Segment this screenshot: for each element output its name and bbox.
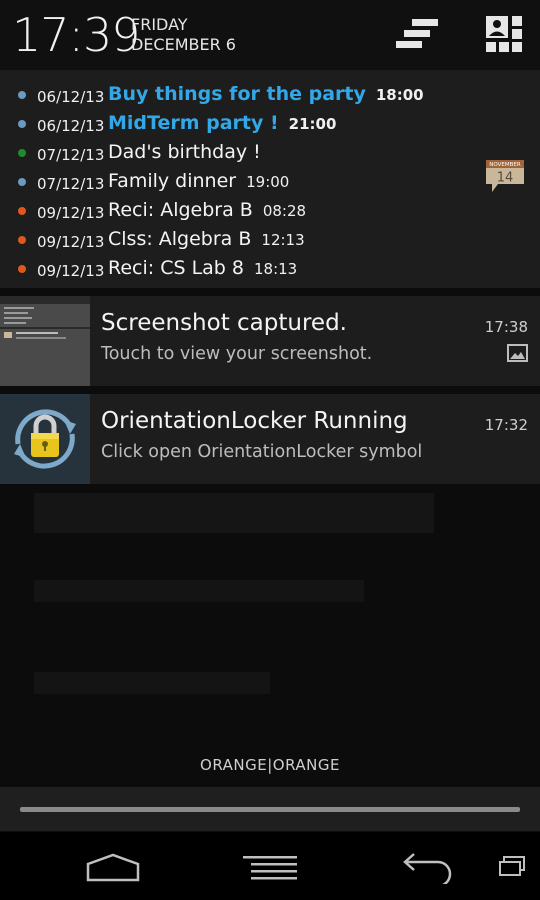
event-date: 06/12/13 — [37, 117, 105, 135]
event-dot — [18, 149, 26, 157]
menu-icon[interactable] — [243, 852, 297, 882]
event-time: 21:00 — [288, 115, 337, 133]
event-date: 09/12/13 — [37, 233, 105, 251]
clock: 17:39 — [12, 8, 141, 62]
event-date: 07/12/13 — [37, 175, 105, 193]
event-date: 07/12/13 — [37, 146, 105, 164]
event-row[interactable]: 07/12/13 Dad's birthday ! — [0, 138, 460, 167]
event-time: 18:13 — [254, 260, 298, 278]
notification-header: 17:39 FRIDAY DECEMBER 6 — [0, 0, 540, 72]
padlock-rotate-icon — [0, 394, 90, 484]
calendar-icon-day: 14 — [497, 171, 514, 186]
event-title: Buy things for the party 18:00 — [108, 83, 424, 105]
event-row[interactable]: 09/12/13 Clss: Algebra B 12:13 — [0, 225, 460, 254]
notification-title: Screenshot captured. — [101, 310, 347, 336]
notification-orientation-locker[interactable]: OrientationLocker Running Click open Ori… — [0, 394, 540, 484]
day-label: FRIDAY — [131, 15, 188, 34]
notification-title: OrientationLocker Running — [101, 408, 408, 434]
event-row[interactable]: 07/12/13 Family dinner 19:00 — [0, 167, 460, 196]
notification-screenshot[interactable]: Screenshot captured. Touch to view your … — [0, 296, 540, 386]
settings-sliders-icon[interactable] — [396, 16, 440, 50]
back-icon[interactable] — [402, 852, 454, 884]
event-title: MidTerm party ! 21:00 — [108, 112, 337, 134]
calendar-widget[interactable]: 06/12/13 Buy things for the party 18:00 0… — [0, 72, 540, 288]
date-label: DECEMBER 6 — [131, 35, 236, 54]
event-title: Clss: Algebra B 12:13 — [108, 228, 305, 250]
notification-text: Touch to view your screenshot. — [101, 344, 373, 364]
event-time: 12:13 — [261, 231, 305, 249]
event-time: 18:00 — [375, 86, 424, 104]
event-title: Family dinner 19:00 — [108, 170, 290, 192]
carrier-label: ORANGE|ORANGE — [200, 756, 340, 774]
calendar-app-icon[interactable]: NOVEMBER 14 — [484, 158, 526, 194]
notification-time: 17:32 — [484, 416, 528, 434]
event-row[interactable]: 06/12/13 Buy things for the party 18:00 — [0, 80, 460, 109]
event-time: 08:28 — [262, 202, 307, 220]
event-dot — [18, 178, 26, 186]
calendar-icon-month: NOVEMBER — [489, 162, 521, 168]
screenshot-thumbnail — [0, 296, 90, 386]
event-dot — [18, 265, 26, 273]
event-date: 09/12/13 — [37, 204, 105, 222]
event-date: 09/12/13 — [37, 262, 105, 280]
quick-settings-grid-icon[interactable] — [486, 16, 522, 52]
event-title: Reci: CS Lab 8 18:13 — [108, 257, 298, 279]
event-dot — [18, 207, 26, 215]
picture-icon — [507, 344, 528, 362]
event-row[interactable]: 09/12/13 Reci: Algebra B 08:28 — [0, 196, 460, 225]
notification-text: Click open OrientationLocker symbol — [101, 442, 423, 462]
event-date: 06/12/13 — [37, 88, 105, 106]
shade-handle-line — [20, 807, 520, 812]
event-dot — [18, 91, 26, 99]
recent-apps-icon[interactable] — [499, 856, 525, 876]
event-dot — [18, 120, 26, 128]
event-row[interactable]: 09/12/13 Reci: CS Lab 8 18:13 — [0, 254, 460, 283]
background-settings-text — [34, 493, 434, 533]
shade-handle[interactable] — [0, 787, 540, 831]
event-row[interactable]: 06/12/13 MidTerm party ! 21:00 — [0, 109, 460, 138]
event-time: 19:00 — [246, 173, 290, 191]
event-title: Dad's birthday ! — [108, 141, 261, 163]
date-block: FRIDAY DECEMBER 6 — [131, 15, 236, 55]
event-title: Reci: Algebra B 08:28 — [108, 199, 307, 221]
home-icon[interactable] — [86, 852, 140, 882]
navigation-bar — [0, 832, 540, 900]
notification-time: 17:38 — [484, 318, 528, 336]
event-dot — [18, 236, 26, 244]
background-setting-row — [34, 580, 364, 602]
background-setting-row — [34, 672, 270, 694]
